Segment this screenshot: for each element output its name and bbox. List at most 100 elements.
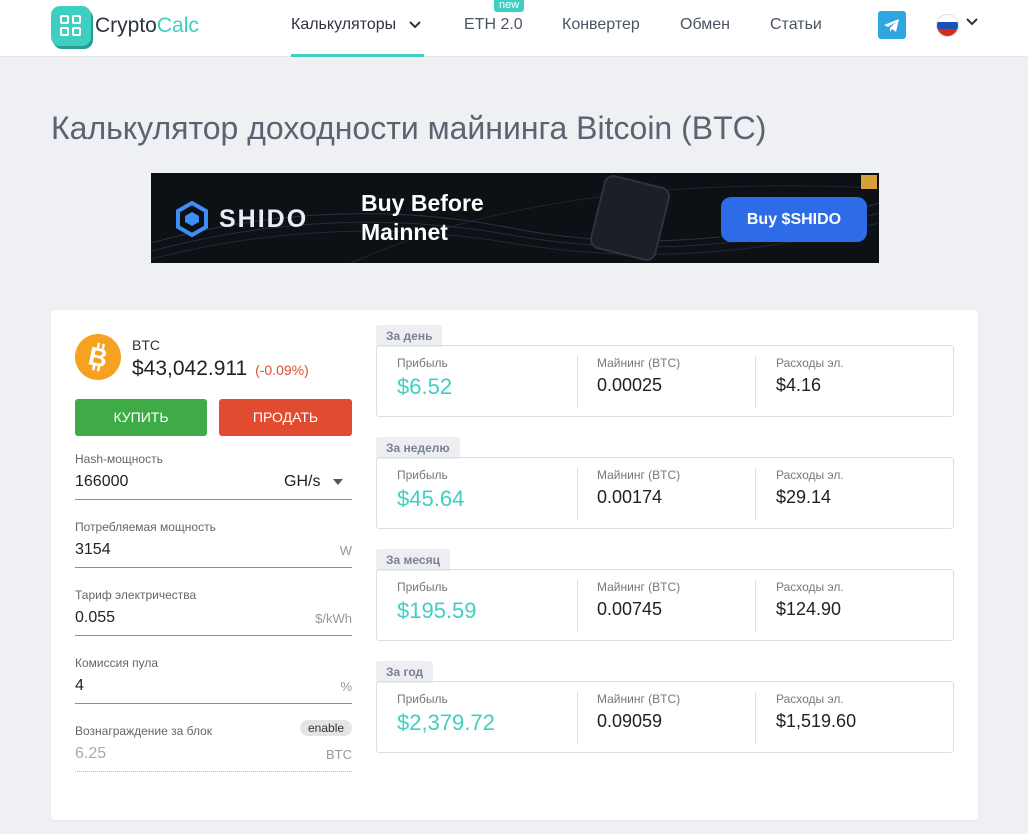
profit-label: Прибыль [397,468,448,482]
power-label: Потребляемая мощность [75,520,216,534]
sell-button[interactable]: ПРОДАТЬ [219,399,352,436]
nav-converter[interactable]: Конвертер [562,0,640,57]
column-divider [755,468,756,520]
mined-column: Майнинг (BTC) 0.00174 [597,468,680,508]
nav-articles[interactable]: Статьи [770,0,822,57]
period-tab: За день [376,325,443,347]
bitcoin-icon: B [75,334,121,380]
buy-button[interactable]: КУПИТЬ [75,399,207,436]
profit-label: Прибыль [397,692,448,706]
nav-calculators-label: Калькуляторы [291,16,397,33]
mined-label: Майнинг (BTC) [597,356,681,370]
cost-label: Расходы эл. [776,580,844,594]
block-reward-label: Вознаграждение за блок [75,724,213,738]
profit-value: $6.52 [397,374,453,399]
mined-label: Майнинг (BTC) [597,468,681,482]
block-reward-unit: BTC [326,747,352,762]
russian-flag-icon[interactable] [936,14,959,37]
logo-icon [51,6,91,46]
period-tab: За год [376,661,434,683]
period-results: Прибыль $6.52 Майнинг (BTC) 0.00025 Расход… [376,345,954,417]
period-tab: За неделю [376,437,460,459]
cost-value: $29.14 [776,487,832,507]
cost-column: Расходы эл. $1,519.60 [776,692,856,732]
hashrate-label: Hash-мощность [75,452,163,466]
profit-column: Прибыль $6.52 [397,356,452,400]
column-divider [577,356,578,408]
period-results: Прибыль $2,379.72 Майнинг (BTC) 0.09059 Ра… [376,681,954,753]
shido-logo-icon [176,201,208,237]
column-divider [577,692,578,744]
nav-converter-label: Конвертер [562,16,640,33]
nav-eth2-label: ETH 2.0 [464,16,523,33]
language-chevron-icon[interactable] [966,17,978,27]
site-header: CryptoCalc Калькуляторы new ETH 2.0 Конв… [0,0,1028,57]
coin-symbol: BTC [132,337,160,353]
banner-brand: SHIDO [175,201,308,237]
pool-fee-unit: % [340,679,352,694]
pool-fee-value: 4 [75,677,84,694]
column-divider [755,356,756,408]
ad-banner[interactable]: SHIDO Buy Before Mainnet Buy $SHIDO [151,173,879,263]
profit-value: $2,379.72 [397,710,495,735]
profit-label: Прибыль [397,356,448,370]
nav-calculators[interactable]: Калькуляторы [291,0,424,57]
block-reward-input: 6.25 BTC [75,742,352,772]
enable-toggle[interactable]: enable [300,720,353,736]
mined-column: Майнинг (BTC) 0.00025 [597,356,680,396]
banner-cta-button[interactable]: Buy $SHIDO [721,197,867,242]
hashrate-unit-select[interactable]: GH/s [284,473,343,491]
nav-eth2[interactable]: new ETH 2.0 [464,0,525,57]
profit-column: Прибыль $45.64 [397,468,464,512]
mined-value: 0.00025 [597,375,663,395]
mined-value: 0.00174 [597,487,663,507]
logo[interactable]: CryptoCalc [51,6,199,46]
period-results: Прибыль $45.64 Майнинг (BTC) 0.00174 Расхо… [376,457,954,529]
coin-change: (-0.09%) [255,362,309,378]
ad-choices-icon[interactable] [861,175,877,189]
cost-value: $124.90 [776,599,842,619]
nav-exchange[interactable]: Обмен [680,0,730,57]
caret-down-icon [332,478,343,485]
coin-price-row: $43,042.911 (-0.09%) [132,357,309,381]
nav-exchange-label: Обмен [680,16,730,33]
cost-label: Расходы эл. [776,692,844,706]
power-value: 3154 [75,541,111,558]
cost-label: Расходы эл. [776,468,844,482]
period-results: Прибыль $195.59 Майнинг (BTC) 0.00745 Расх… [376,569,954,641]
page-title: Калькулятор доходности майнинга Bitcoin … [51,110,767,146]
cost-column: Расходы эл. $4.16 [776,356,844,396]
mined-column: Майнинг (BTC) 0.09059 [597,692,680,732]
column-divider [577,468,578,520]
profit-value: $45.64 [397,486,465,511]
power-unit: W [339,543,352,558]
chevron-down-icon [408,21,421,29]
tariff-value: 0.055 [75,609,116,626]
mined-column: Майнинг (BTC) 0.00745 [597,580,680,620]
tariff-input[interactable]: 0.055 $/kWh [75,606,352,636]
mined-label: Майнинг (BTC) [597,580,681,594]
new-badge: new [494,0,525,12]
cost-label: Расходы эл. [776,356,844,370]
coin-price: $43,042.911 [132,357,248,380]
banner-headline: Buy Before Mainnet [361,190,484,245]
logo-text: CryptoCalc [95,14,199,37]
cost-column: Расходы эл. $29.14 [776,468,844,508]
profit-value: $195.59 [397,598,477,623]
power-input[interactable]: 3154 W [75,538,352,568]
nav-articles-label: Статьи [770,16,822,33]
block-reward-value: 6.25 [75,745,107,762]
cost-column: Расходы эл. $124.90 [776,580,844,620]
column-divider [755,580,756,632]
banner-brand-text: SHIDO [219,204,309,233]
hashrate-value: 166000 [75,473,129,490]
profit-label: Прибыль [397,580,448,594]
column-divider [577,580,578,632]
period-tab: За месяц [376,549,450,571]
pool-fee-input[interactable]: 4 % [75,674,352,704]
mined-value: 0.09059 [597,711,663,731]
profit-column: Прибыль $195.59 [397,580,477,624]
telegram-icon[interactable] [878,11,906,39]
mined-value: 0.00745 [597,599,663,619]
cost-value: $1,519.60 [776,711,857,731]
